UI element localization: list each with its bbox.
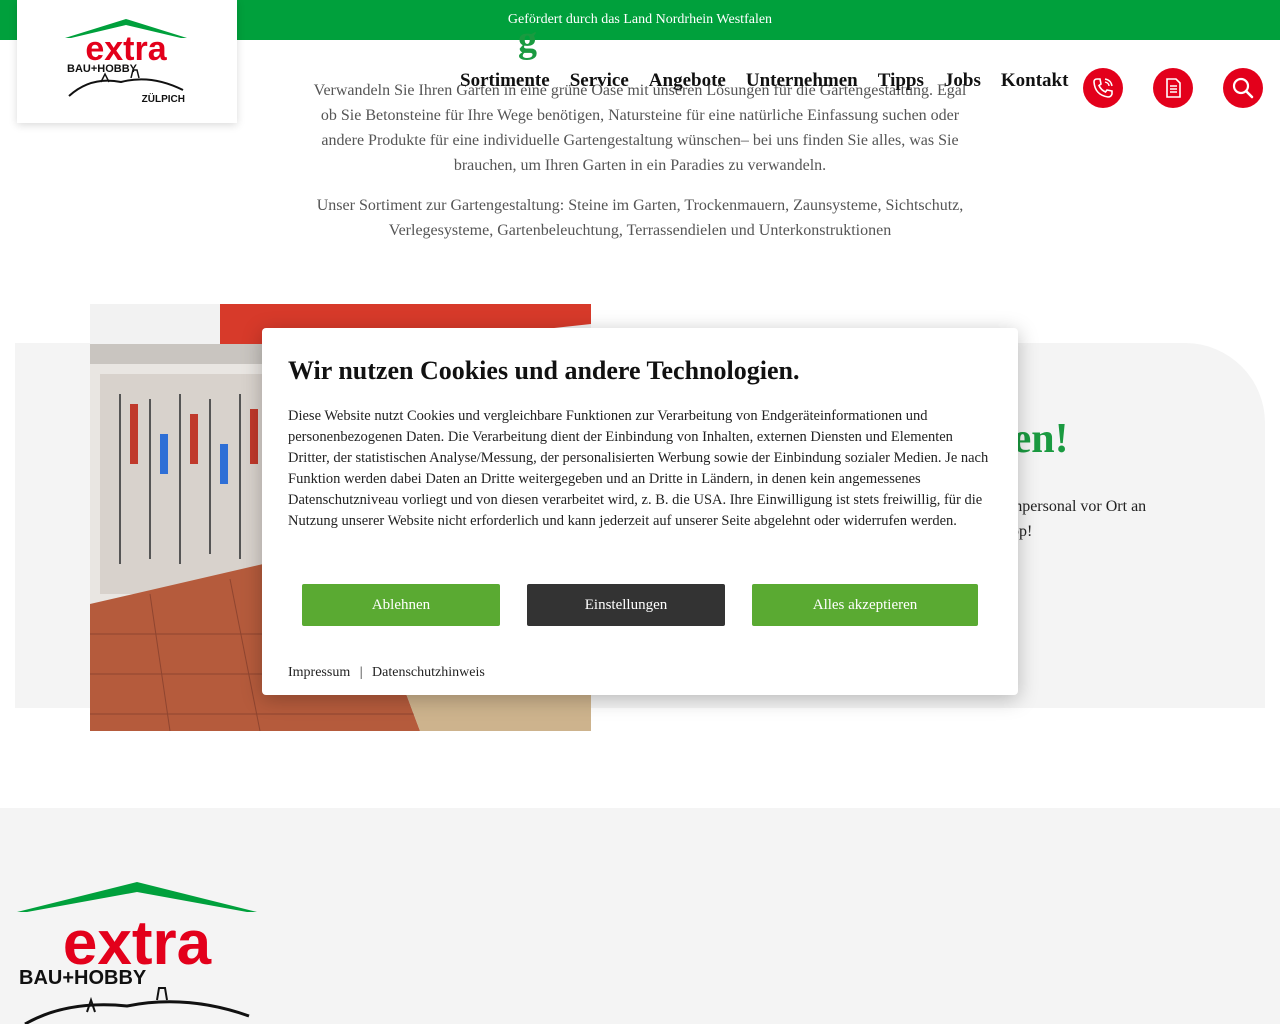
nav-item-service[interactable]: Service [570,70,629,92]
nav-item-kontakt[interactable]: Kontakt [1001,70,1069,92]
logo-location-text: ZÜLPICH [142,92,185,105]
intro-text: Verwandeln Sie Ihren Garten in eine grün… [310,78,970,258]
decline-button[interactable]: Ablehnen [302,584,500,626]
link-separator: | [359,665,363,680]
footer: extra BAU+HOBBY [0,808,1280,1024]
nav-item-jobs[interactable]: Jobs [944,70,981,92]
promo-text: achpersonal vor Ort an pp! [990,494,1190,544]
phone-button[interactable] [1083,68,1123,108]
footer-logo[interactable]: extra BAU+HOBBY [17,882,257,1024]
header-logo[interactable]: extra BAU+HOBBY ZÜLPICH [17,0,237,123]
cookie-dialog-links: Impressum | Datenschutzhinweis [288,665,485,681]
logo-sub-text: BAU+HOBBY [67,63,138,75]
nav-item-angebote[interactable]: Angebote [649,70,726,92]
imprint-link[interactable]: Impressum [288,665,350,680]
cookie-consent-dialog: Wir nutzen Cookies und andere Technologi… [262,328,1018,695]
nav-item-sortimente[interactable]: Sortimente [460,70,550,92]
phone-icon [1093,78,1113,98]
intro-paragraph-1: Verwandeln Sie Ihren Garten in eine grün… [313,82,967,174]
promo-text-line-2: pp! [1011,523,1033,540]
search-button[interactable] [1223,68,1263,108]
settings-button[interactable]: Einstellungen [527,584,725,626]
document-icon [1166,78,1181,98]
cookie-dialog-body: Diese Website nutzt Cookies und vergleic… [288,408,989,529]
privacy-link[interactable]: Datenschutzhinweis [372,665,485,680]
logo-graphic: extra BAU+HOBBY ZÜLPICH [65,19,187,105]
promo-text-line-1: achpersonal vor Ort an [1000,498,1147,515]
cookie-dialog-title: Wir nutzen Cookies und andere Technologi… [288,356,800,385]
search-icon [1232,77,1254,99]
intro-paragraph-2: Unser Sortiment zur Gartengestaltung: St… [316,197,964,239]
document-button[interactable] [1153,68,1193,108]
footer-logo-sub-text: BAU+HOBBY [19,967,147,989]
nav-item-tipps[interactable]: Tipps [878,70,924,92]
intro-heading: g [518,19,537,61]
funding-text: Gefördert durch das Land Nordrhein Westf… [507,12,773,27]
accept-all-button[interactable]: Alles akzeptieren [752,584,978,626]
nav-item-unternehmen[interactable]: Unternehmen [746,70,858,92]
main-nav: Sortimente Service Angebote Unternehmen … [460,70,1068,92]
